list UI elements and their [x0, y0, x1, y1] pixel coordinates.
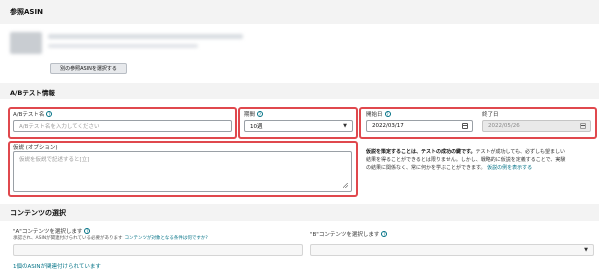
hypothesis-placeholder: 仮説を仮説で記述すると[立] [19, 157, 90, 163]
start-date-value: 2022/03/17 [372, 123, 404, 129]
hypothesis-label: 仮説 (オプション) [13, 145, 58, 151]
content-b-label: "B"コンテンツを選択します [310, 232, 380, 238]
end-date-value: 2022/05/26 [488, 123, 520, 129]
info-icon[interactable]: ? [84, 228, 91, 234]
start-date-input[interactable]: 2022/03/17 [366, 120, 473, 132]
calendar-icon[interactable] [462, 123, 468, 129]
select-reference-asin-button[interactable]: 別の参照ASINを選択する [50, 63, 127, 74]
description-bold: 仮説を策定することは、テストの成功の鍵です。 [366, 149, 476, 155]
hypothesis-textarea[interactable]: 仮説を仮説で記述すると[立] [13, 151, 352, 192]
content-a-select[interactable] [13, 244, 303, 256]
content-b-select[interactable]: ▼ [310, 244, 594, 256]
description-line-3: の結果に関係なく、常に何かを学ぶことができます。 仮説の例を表示する [366, 164, 596, 172]
info-icon[interactable]: ? [381, 231, 388, 237]
test-name-label: A/Bテスト名 [13, 112, 45, 118]
description-line-1-rest: テストが成功しても、必ずしも望ましい [475, 149, 565, 155]
hypothesis-description: 仮説を策定することは、テストの成功の鍵です。テストが成功しても、必ずしも望ましい… [366, 148, 596, 172]
content-a-note: 承認され、ASINが関連付けられている必要があります [13, 236, 123, 241]
content-a-label: "A"コンテンツを選択します [13, 229, 83, 235]
test-name-input[interactable]: A/Bテスト名を入力してください [13, 120, 232, 132]
reference-asin-header-band [0, 0, 599, 24]
associated-asin-link[interactable]: 1個のASINが関連付けられています [13, 262, 101, 270]
calendar-icon [580, 123, 586, 129]
content-a-note-row: 承認され、ASINが関連付けられている必要があります コンテンツが対象となる条件… [13, 235, 208, 241]
start-date-label: 開始日 [366, 112, 383, 118]
end-date-label: 終了日 [482, 112, 499, 118]
description-line-3-text: の結果に関係なく、常に何かを学ぶことができます。 [366, 165, 486, 171]
hypothesis-examples-link[interactable]: 仮説の例を表示する [487, 165, 532, 171]
reference-asin-title: 参照ASIN [10, 8, 43, 16]
ab-test-header-band [0, 83, 599, 99]
content-selection-header-band [0, 204, 599, 221]
description-line-2: 結果を得ることができるとは限りません。しかし、戦略的に仮説を定義することで、実験 [366, 157, 566, 163]
content-b-label-row: "B"コンテンツを選択します ? [310, 230, 388, 238]
end-date-input: 2022/05/26 [482, 120, 591, 132]
content-selection-title: コンテンツの選択 [10, 209, 66, 217]
chevron-down-icon: ▼ [343, 123, 347, 129]
period-label-row: 期間 ? [244, 110, 264, 118]
test-name-placeholder: A/Bテスト名を入力してください [19, 124, 100, 130]
period-label: 期間 [244, 112, 256, 118]
info-icon[interactable]: ? [46, 111, 53, 117]
resize-handle-icon[interactable] [343, 183, 348, 188]
ab-test-title: A/Bテスト情報 [10, 89, 55, 97]
product-subtitle-blurred [48, 44, 198, 48]
period-select[interactable]: 10週 ▼ [244, 120, 353, 132]
product-image [10, 32, 42, 54]
start-date-label-row: 開始日 ? [366, 110, 391, 118]
content-eligibility-link[interactable]: コンテンツが対象となる条件は何ですか? [125, 235, 208, 241]
period-value: 10週 [250, 124, 263, 130]
test-name-label-row: A/Bテスト名 ? [13, 110, 53, 118]
info-icon[interactable]: ? [384, 111, 391, 117]
description-line-1: 仮説を策定することは、テストの成功の鍵です。テストが成功しても、必ずしも望ましい [366, 148, 596, 156]
chevron-down-icon: ▼ [584, 247, 588, 253]
content-a-label-row: "A"コンテンツを選択します ? [13, 227, 91, 235]
product-title-blurred [48, 34, 243, 39]
info-icon[interactable]: ? [257, 111, 264, 117]
